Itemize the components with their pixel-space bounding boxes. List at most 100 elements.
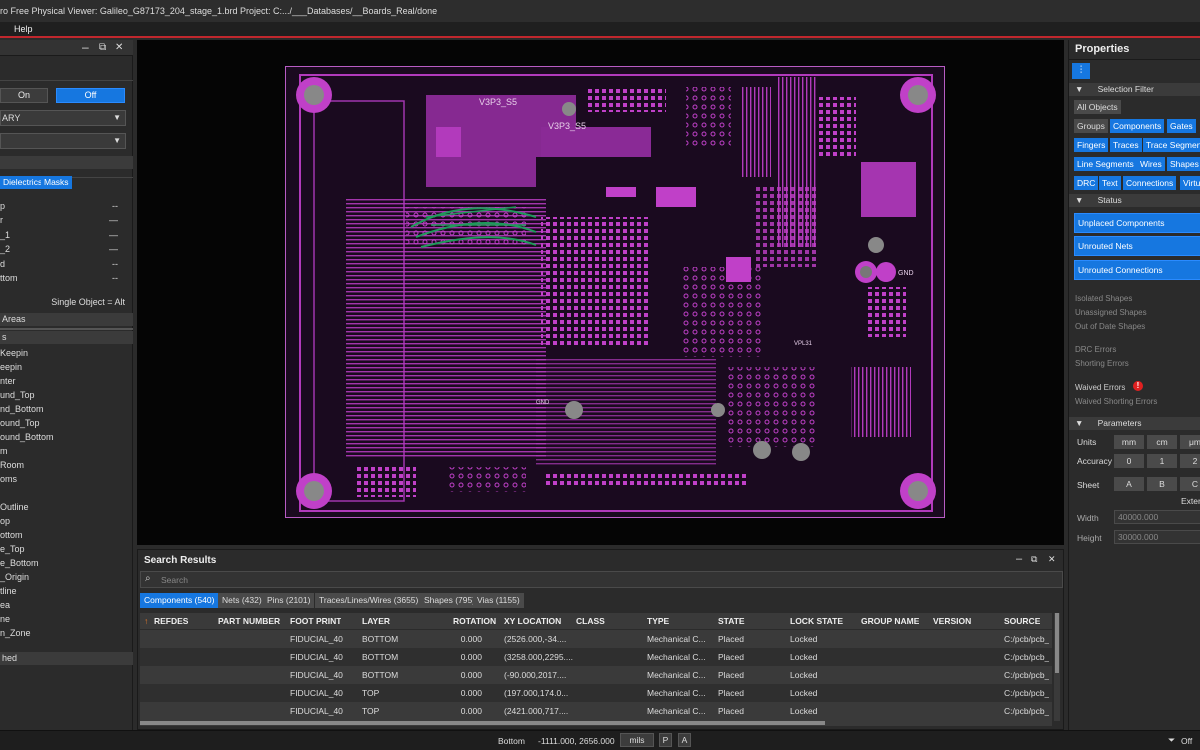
list-item[interactable]: e_Top — [0, 542, 133, 556]
filter-components[interactable]: Components — [1110, 119, 1165, 133]
filter-wires[interactable]: Wires — [1137, 157, 1165, 171]
sheet-a[interactable]: A — [1114, 477, 1144, 491]
layer-row[interactable]: _2 — — [0, 242, 133, 256]
layer-row[interactable]: p -- — [0, 199, 133, 213]
list-item[interactable]: ea — [0, 598, 133, 612]
horizontal-scrollbar[interactable] — [140, 720, 1052, 726]
chip-dielectrics[interactable]: Dielectrics — [0, 176, 46, 189]
list-item[interactable]: ound_Bottom — [0, 430, 133, 444]
height-field[interactable]: 30000.000 — [1114, 530, 1200, 544]
layer-row[interactable]: d -- — [0, 257, 133, 271]
layer-row[interactable]: r — — [0, 213, 133, 227]
on-button[interactable]: On — [0, 88, 48, 103]
accuracy-1[interactable]: 1 — [1147, 454, 1177, 468]
unrouted-connections-button[interactable]: Unrouted Connections — [1074, 260, 1200, 280]
table-row[interactable]: FIDUCIAL_40 TOP 0.000 (2421.000,717.... Mech… — [140, 702, 1052, 720]
units-toggle[interactable]: mils — [620, 733, 654, 747]
off-button[interactable]: Off — [56, 88, 125, 103]
accuracy-2[interactable]: 2 — [1180, 454, 1200, 468]
filter-fingers[interactable]: Fingers — [1074, 138, 1109, 152]
p-button[interactable]: P — [659, 733, 672, 747]
list-item[interactable]: nter — [0, 374, 133, 388]
shorting-errors-link[interactable]: Shorting Errors — [1075, 359, 1129, 368]
areas-header[interactable]: Areas — [0, 313, 133, 326]
tab-components[interactable]: Components (540) — [140, 593, 219, 608]
list-item[interactable]: Room — [0, 458, 133, 472]
table-row[interactable]: FIDUCIAL_40 BOTTOM 0.000 (3258.000,2295....… — [140, 648, 1052, 666]
tab-pins[interactable]: Pins (2101) — [263, 593, 315, 608]
list-item[interactable]: ne — [0, 612, 133, 626]
col-rotation[interactable]: ROTATION — [453, 613, 496, 629]
close-icon[interactable]: ✕ — [1048, 554, 1056, 565]
layer-row[interactable]: ttom -- — [0, 271, 133, 285]
col-layer[interactable]: LAYER — [362, 613, 390, 629]
unassigned-shapes-link[interactable]: Unassigned Shapes — [1075, 308, 1147, 317]
list-item[interactable]: e_Bottom — [0, 556, 133, 570]
isolated-shapes-link[interactable]: Isolated Shapes — [1075, 294, 1132, 303]
col-refdes[interactable]: REFDES — [154, 613, 188, 629]
minimize-icon[interactable]: – — [1016, 553, 1022, 565]
sheet-c[interactable]: C — [1180, 477, 1200, 491]
list-item[interactable]: m — [0, 444, 133, 458]
list-item[interactable]: ottom — [0, 528, 133, 542]
waived-errors-link[interactable]: Waived Errors — [1075, 383, 1125, 392]
hed-header[interactable]: hed — [0, 652, 133, 665]
list-item[interactable]: n_Zone — [0, 626, 133, 640]
parameters-header[interactable]: ▼ Parameters — [1069, 417, 1200, 430]
filter-trace-segments[interactable]: Trace Segment — [1143, 138, 1200, 152]
tab-nets[interactable]: Nets (432) — [218, 593, 266, 608]
filter-shapes[interactable]: Shapes — [1167, 157, 1200, 171]
unrouted-nets-button[interactable]: Unrouted Nets — [1074, 236, 1200, 256]
list-item[interactable]: Outline — [0, 500, 133, 514]
col-lock-state[interactable]: LOCK STATE — [790, 613, 843, 629]
col-state[interactable]: STATE — [718, 613, 745, 629]
table-row[interactable]: FIDUCIAL_40 TOP 0.000 (197.000,174.0... Mech… — [140, 684, 1052, 702]
float-icon[interactable]: ⧉ — [1031, 554, 1037, 565]
float-icon[interactable]: ⧉ — [99, 42, 106, 53]
all-objects-button[interactable]: All Objects — [1074, 100, 1121, 114]
layer-set-dropdown[interactable]: ARY ▼ — [0, 110, 126, 126]
a-button[interactable]: A — [678, 733, 691, 747]
drc-errors-link[interactable]: DRC Errors — [1075, 345, 1116, 354]
col-part-number[interactable]: PART NUMBER — [218, 613, 280, 629]
search-input[interactable]: ⌕ Search — [140, 571, 1063, 588]
out-of-date-shapes-link[interactable]: Out of Date Shapes — [1075, 322, 1145, 331]
filter-connections[interactable]: Connections — [1123, 176, 1177, 190]
col-xy-location[interactable]: XY LOCATION — [504, 613, 561, 629]
filter-traces[interactable]: Traces — [1110, 138, 1142, 152]
list-item[interactable]: op — [0, 514, 133, 528]
pcb-board[interactable]: V3P3_S5 V3P3_S5 GND GND VPL31 — [285, 66, 945, 518]
chip-masks[interactable]: Masks — [41, 176, 72, 189]
close-icon[interactable]: ✕ — [115, 42, 123, 53]
layer-row[interactable]: _1 — — [0, 228, 133, 242]
units-mm[interactable]: mm — [1114, 435, 1144, 449]
units-um[interactable]: μm — [1180, 435, 1200, 449]
filter-icon[interactable]: ⏷ — [1168, 735, 1175, 746]
filter-groups[interactable]: Groups — [1074, 119, 1108, 133]
tab-vias[interactable]: Vias (1155) — [473, 593, 524, 608]
table-row[interactable]: FIDUCIAL_40 BOTTOM 0.000 (2526.000,-34.... M… — [140, 630, 1052, 648]
accuracy-0[interactable]: 0 — [1114, 454, 1144, 468]
list-item[interactable]: nd_Bottom — [0, 402, 133, 416]
list-item[interactable]: ound_Top — [0, 416, 133, 430]
col-version[interactable]: VERSION — [933, 613, 971, 629]
list-item[interactable] — [0, 486, 133, 500]
table-row[interactable]: FIDUCIAL_40 BOTTOM 0.000 (-90.000,2017.... M… — [140, 666, 1052, 684]
status-header[interactable]: ▼ Status — [1069, 194, 1200, 207]
col-footprint[interactable]: FOOT PRINT — [290, 613, 341, 629]
list-item[interactable]: oms — [0, 472, 133, 486]
filter-settings-icon[interactable]: ⫶ — [1072, 63, 1090, 79]
filter-drc[interactable]: DRC — [1074, 176, 1099, 190]
s-header[interactable]: s — [0, 331, 133, 344]
filter-text[interactable]: Text — [1099, 176, 1121, 190]
list-item[interactable]: tline — [0, 584, 133, 598]
width-field[interactable]: 40000.000 — [1114, 510, 1200, 524]
col-type[interactable]: TYPE — [647, 613, 669, 629]
filter-gates[interactable]: Gates — [1167, 119, 1196, 133]
tab-shapes[interactable]: Shapes (795) — [420, 593, 480, 608]
list-item[interactable]: und_Top — [0, 388, 133, 402]
list-item[interactable]: eepin — [0, 360, 133, 374]
tab-traces[interactable]: Traces/Lines/Wires (3655) — [315, 593, 423, 608]
selection-filter-header[interactable]: ▼ Selection Filter — [1069, 83, 1200, 96]
layer-dropdown[interactable]: ▼ — [0, 133, 126, 149]
